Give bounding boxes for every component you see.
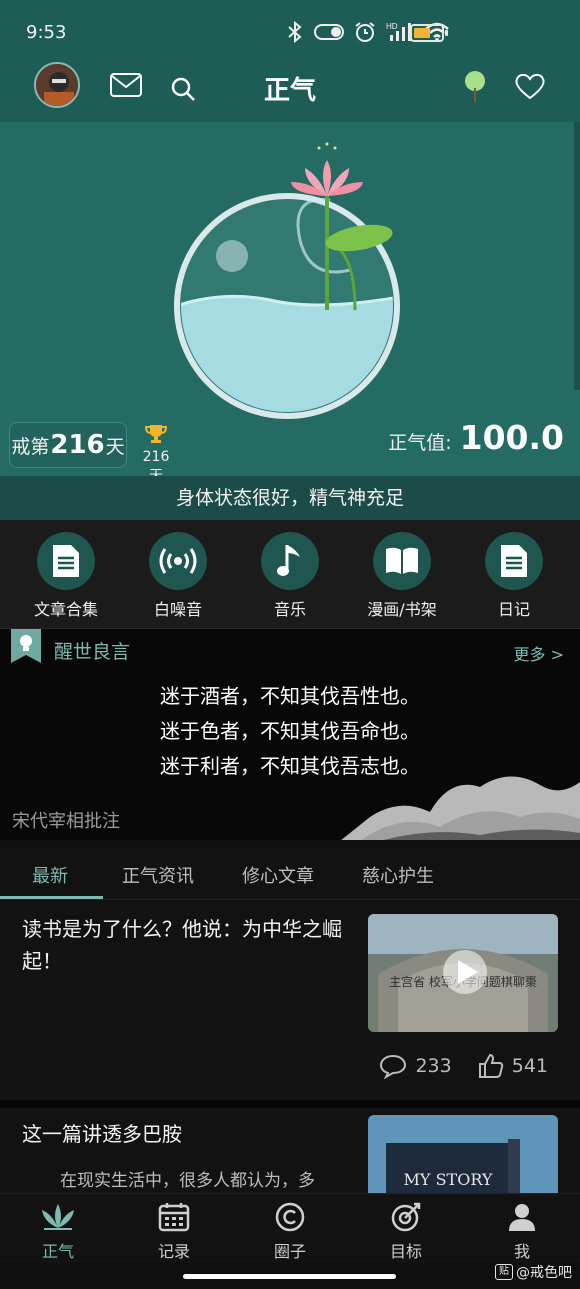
streak-suffix: 天 [105,435,125,458]
header: 正气 [0,62,580,122]
home-indicator[interactable] [183,1274,396,1279]
target-icon [391,1202,421,1232]
quote-more-link[interactable]: 更多 > [514,641,565,665]
quote-line: 迷于酒者，不知其伐吾性也。 [160,684,420,708]
tab-news[interactable]: 正气资讯 [122,862,194,888]
abstinence-streak[interactable]: 戒第 216 天 [9,422,127,468]
watermark: 贴 @戒色吧 [495,1262,572,1282]
comment-icon[interactable] [379,1053,407,1079]
nav-item-me[interactable]: 我 [482,1202,562,1262]
document-icon [53,545,79,577]
energy-value: 100.0 [459,418,564,457]
ink-mountain-illustration [341,776,580,840]
energy-label: 正气值: [388,432,452,454]
status-bar: 9:53 HD [0,0,580,62]
article-thumbnail[interactable]: 主宫省 校军小学问题棋聊棗 [368,914,558,1032]
menu-label: 音乐 [273,600,306,619]
nav-label: 正气 [41,1242,74,1261]
menu-item-music[interactable]: 音乐 [238,520,342,628]
article-card[interactable]: 读书是为了什么？他说：为中华之崛起！ 主宫省 校军小学问题棋聊棗 233 541 [0,901,580,1100]
article-card[interactable]: 这一篇讲透多巴胺 在现实生活中，很多人都认为，多 MY STORY [0,1108,580,1193]
menu-item-white-noise[interactable]: 白噪音 [126,520,230,628]
tab-latest[interactable]: 最新 [32,862,68,888]
article-divider [0,1100,580,1108]
quote-section: 醒世良言 更多 > 迷于酒者，不知其伐吾性也。 迷于色者，不知其伐吾命也。 迷于… [0,628,580,840]
comment-count: 233 [415,1055,452,1077]
music-note-icon [277,545,300,576]
broadcast-icon [159,548,197,574]
thumbs-up-icon[interactable] [478,1053,504,1079]
tree-icon[interactable] [464,70,486,104]
toggle-icon [314,24,344,40]
fishbowl-illustration [174,142,400,419]
nav-label: 圈子 [273,1242,306,1261]
heart-icon[interactable] [514,72,546,100]
quote-line: 迷于色者，不知其伐吾命也。 [160,719,420,743]
tab-compassion[interactable]: 慈心护生 [362,862,434,888]
streak-days: 216 [50,430,105,460]
content-tabs: 最新 正气资讯 修心文章 慈心护生 [0,848,580,900]
like-count: 541 [511,1055,548,1077]
svg-text:HD: HD [386,22,398,31]
watermark-badge: 贴 [495,1264,513,1280]
menu-label: 文章合集 [33,600,98,619]
article-thumbnail[interactable]: MY STORY [368,1115,558,1193]
lotus-icon [42,1204,74,1230]
nav-label: 我 [513,1242,530,1261]
bottom-nav: 正气 记录 圈子 目标 我 [0,1193,580,1263]
energy-value-display: 正气值: 100.0 [388,418,564,457]
thumbnail-text: MY STORY [404,1170,493,1189]
circle-icon [275,1202,305,1232]
trophy-icon [144,425,168,443]
menu-item-diary[interactable]: 日记 [462,520,566,628]
body-status-text: 身体状态很好，精气神充足 [0,476,580,520]
menu-label: 日记 [497,600,530,619]
bluetooth-icon [288,20,302,44]
menu-label: 白噪音 [153,600,202,619]
status-time: 9:53 [26,22,67,43]
quick-menu: 文章合集 白噪音 音乐 漫画/书架 日记 [0,520,580,628]
top-bar: 9:53 HD 正气 [0,0,580,122]
avatar[interactable] [34,62,80,108]
search-icon[interactable] [170,76,196,102]
article-stats: 233 541 [379,1053,548,1079]
book-icon [386,547,418,574]
nav-item-home[interactable]: 正气 [18,1202,98,1262]
page-title: 正气 [263,76,316,106]
nav-label: 记录 [157,1242,190,1261]
nav-item-records[interactable]: 记录 [134,1202,214,1262]
quote-title: 醒世良言 [54,641,131,663]
menu-item-comics-bookshelf[interactable]: 漫画/书架 [350,520,454,628]
mail-icon[interactable] [110,72,142,98]
calendar-icon [158,1203,190,1232]
lightbulb-icon [11,629,41,663]
tab-cultivation-articles[interactable]: 修心文章 [242,862,314,888]
hero-panel: 戒第 216 天 216天 正气值: 100.0 [0,122,580,484]
battery-icon [410,24,448,42]
streak-prefix: 戒第 [11,435,50,458]
scrollbar [574,122,580,390]
watermark-text: @戒色吧 [516,1265,572,1281]
nav-item-goals[interactable]: 目标 [366,1202,446,1262]
article-title[interactable]: 读书是为了什么？他说：为中华之崛起！ [22,913,352,977]
menu-item-articles[interactable]: 文章合集 [14,520,118,628]
diary-icon [501,545,527,577]
quote-source: 宋代宰相批注 [12,811,120,832]
nav-label: 目标 [389,1242,422,1261]
person-icon [509,1204,535,1231]
article-title[interactable]: 这一篇讲透多巴胺 [22,1118,352,1150]
article-excerpt: 在现实生活中，很多人都认为，多 [60,1171,315,1191]
menu-label: 漫画/书架 [367,600,437,619]
alarm-icon [355,22,375,42]
active-tab-indicator [0,896,103,899]
nav-item-circle[interactable]: 圈子 [250,1202,330,1262]
